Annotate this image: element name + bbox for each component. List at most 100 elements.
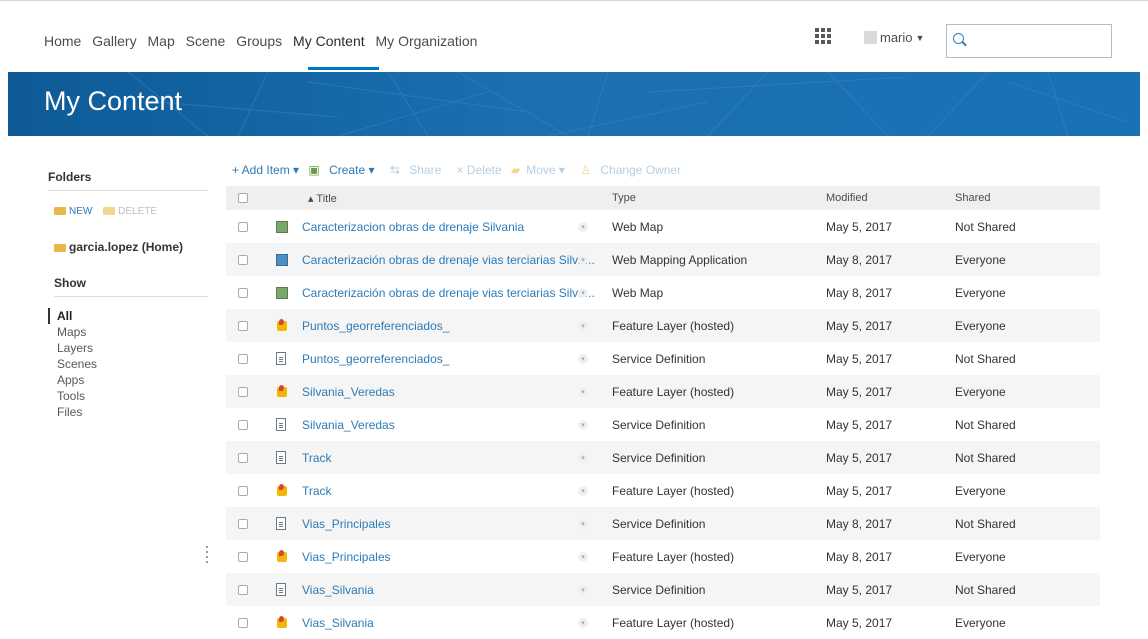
resize-handle[interactable] — [206, 546, 208, 566]
show-heading: Show — [54, 276, 208, 297]
row-checkbox[interactable] — [238, 573, 248, 606]
table-row[interactable]: Caracterizacion obras de drenaje Silvani… — [226, 210, 1100, 243]
create-button[interactable]: ▣ Create ▾ — [308, 163, 380, 177]
item-modified: May 5, 2017 — [826, 351, 893, 366]
row-checkbox[interactable] — [238, 276, 248, 309]
table-row[interactable]: Caracterización obras de drenaje vias te… — [226, 276, 1100, 309]
table-row[interactable]: Vias_Principales ▾ Service Definition May 8… — [226, 507, 1100, 540]
show-all[interactable]: All — [48, 308, 97, 324]
item-title-link[interactable]: Silvania_Veredas — [302, 408, 395, 441]
table-row[interactable]: Puntos_georreferenciados_ ▾ Service Defini… — [226, 342, 1100, 375]
app-launcher-icon[interactable] — [815, 28, 831, 44]
delete-button[interactable]: × Delete — [457, 163, 502, 177]
column-type[interactable]: Type — [612, 186, 636, 210]
top-navigation: Home Gallery Map Scene Groups My Content… — [0, 0, 1148, 72]
show-scenes[interactable]: Scenes — [48, 356, 97, 372]
row-checkbox[interactable] — [238, 507, 248, 540]
item-options-dropdown[interactable]: ▾ — [578, 276, 588, 309]
show-tools[interactable]: Tools — [48, 388, 97, 404]
item-modified: May 8, 2017 — [826, 549, 893, 564]
item-modified: May 5, 2017 — [826, 450, 893, 465]
item-options-dropdown[interactable]: ▾ — [578, 375, 588, 408]
search-box[interactable] — [946, 24, 1112, 58]
change-owner-button[interactable]: ♙ Change Owner — [580, 163, 687, 177]
avatar — [864, 31, 877, 44]
content-table: ▴ Title Type Modified Shared Caracteriza… — [226, 186, 1100, 639]
user-menu[interactable]: mario ▼ — [864, 30, 924, 45]
item-title-link[interactable]: Vias_Principales — [302, 507, 391, 540]
service-definition-icon — [276, 408, 286, 441]
item-modified: May 5, 2017 — [826, 417, 893, 432]
new-folder-label: NEW — [69, 206, 93, 217]
row-checkbox[interactable] — [238, 606, 248, 639]
item-title-link[interactable]: Track — [302, 441, 332, 474]
row-checkbox[interactable] — [238, 408, 248, 441]
select-all-checkbox[interactable] — [238, 186, 248, 210]
row-checkbox[interactable] — [238, 441, 248, 474]
item-options-dropdown[interactable]: ▾ — [578, 342, 588, 375]
nav-scene[interactable]: Scene — [186, 33, 226, 49]
move-button[interactable]: ▰ Move ▾ — [511, 163, 571, 177]
item-options-dropdown[interactable]: ▾ — [578, 243, 588, 276]
nav-map[interactable]: Map — [148, 33, 175, 49]
row-checkbox[interactable] — [238, 210, 248, 243]
item-options-dropdown[interactable]: ▾ — [578, 441, 588, 474]
search-input[interactable] — [969, 31, 1109, 53]
table-row[interactable]: Silvania_Veredas ▾ Feature Layer (hosted) M… — [226, 375, 1100, 408]
column-shared[interactable]: Shared — [955, 186, 990, 210]
table-row[interactable]: Vias_Silvania ▾ Feature Layer (hosted) May … — [226, 606, 1100, 639]
show-layers[interactable]: Layers — [48, 340, 97, 356]
item-options-dropdown[interactable]: ▾ — [578, 507, 588, 540]
item-options-dropdown[interactable]: ▾ — [578, 606, 588, 639]
item-options-dropdown[interactable]: ▾ — [578, 573, 588, 606]
share-button[interactable]: ⇆ Share — [390, 163, 447, 177]
item-title-link[interactable]: Track — [302, 474, 332, 507]
row-checkbox[interactable] — [238, 342, 248, 375]
row-checkbox[interactable] — [238, 309, 248, 342]
row-checkbox[interactable] — [238, 375, 248, 408]
table-row[interactable]: Track ▾ Feature Layer (hosted) May 5, 2017 E… — [226, 474, 1100, 507]
item-title-link[interactable]: Silvania_Veredas — [302, 375, 395, 408]
item-title-link[interactable]: Caracterización obras de drenaje vias te… — [302, 243, 595, 276]
table-row[interactable]: Puntos_georreferenciados_ ▾ Feature Layer … — [226, 309, 1100, 342]
change-owner-icon: ♙ — [580, 163, 592, 177]
row-checkbox[interactable] — [238, 540, 248, 573]
item-title-link[interactable]: Puntos_georreferenciados_ — [302, 309, 449, 342]
add-item-button[interactable]: + Add Item ▾ — [232, 163, 299, 177]
nav-my-organization[interactable]: My Organization — [376, 33, 478, 49]
item-options-dropdown[interactable]: ▾ — [578, 540, 588, 573]
show-files[interactable]: Files — [48, 404, 97, 420]
nav-home[interactable]: Home — [44, 33, 81, 49]
table-row[interactable]: Caracterización obras de drenaje vias te… — [226, 243, 1100, 276]
item-title-link[interactable]: Puntos_georreferenciados_ — [302, 342, 449, 375]
column-modified[interactable]: Modified — [826, 186, 868, 210]
item-type: Service Definition — [612, 450, 706, 465]
item-options-dropdown[interactable]: ▾ — [578, 474, 588, 507]
folder-icon — [54, 207, 66, 215]
item-title-link[interactable]: Vias_Silvania — [302, 573, 374, 606]
item-title-link[interactable]: Vias_Silvania — [302, 606, 374, 639]
table-row[interactable]: Track ▾ Service Definition May 5, 2017 Not S… — [226, 441, 1100, 474]
column-title[interactable]: ▴ Title — [308, 186, 337, 210]
row-checkbox[interactable] — [238, 474, 248, 507]
item-options-dropdown[interactable]: ▾ — [578, 309, 588, 342]
item-title-link[interactable]: Vias_Principales — [302, 540, 391, 573]
show-maps[interactable]: Maps — [48, 324, 97, 340]
nav-gallery[interactable]: Gallery — [92, 33, 136, 49]
table-row[interactable]: Silvania_Veredas ▾ Service Definition May 5… — [226, 408, 1100, 441]
nav-links: Home Gallery Map Scene Groups My Content… — [44, 33, 484, 49]
show-apps[interactable]: Apps — [48, 372, 97, 388]
item-options-dropdown[interactable]: ▾ — [578, 408, 588, 441]
item-title-link[interactable]: Caracterización obras de drenaje vias te… — [302, 276, 595, 309]
new-folder-button[interactable]: NEW — [54, 206, 92, 217]
item-title-link[interactable]: Caracterizacion obras de drenaje Silvani… — [302, 210, 524, 243]
item-options-dropdown[interactable]: ▾ — [578, 210, 588, 243]
table-row[interactable]: Vias_Silvania ▾ Service Definition May 5, 2… — [226, 573, 1100, 606]
nav-my-content[interactable]: My Content — [293, 33, 365, 49]
delete-folder-button[interactable]: DELETE — [103, 206, 157, 217]
table-row[interactable]: Vias_Principales ▾ Feature Layer (hosted) M… — [226, 540, 1100, 573]
folder-home[interactable]: garcia.lopez (Home) — [54, 240, 183, 254]
row-checkbox[interactable] — [238, 243, 248, 276]
item-type: Service Definition — [612, 351, 706, 366]
nav-groups[interactable]: Groups — [236, 33, 282, 49]
